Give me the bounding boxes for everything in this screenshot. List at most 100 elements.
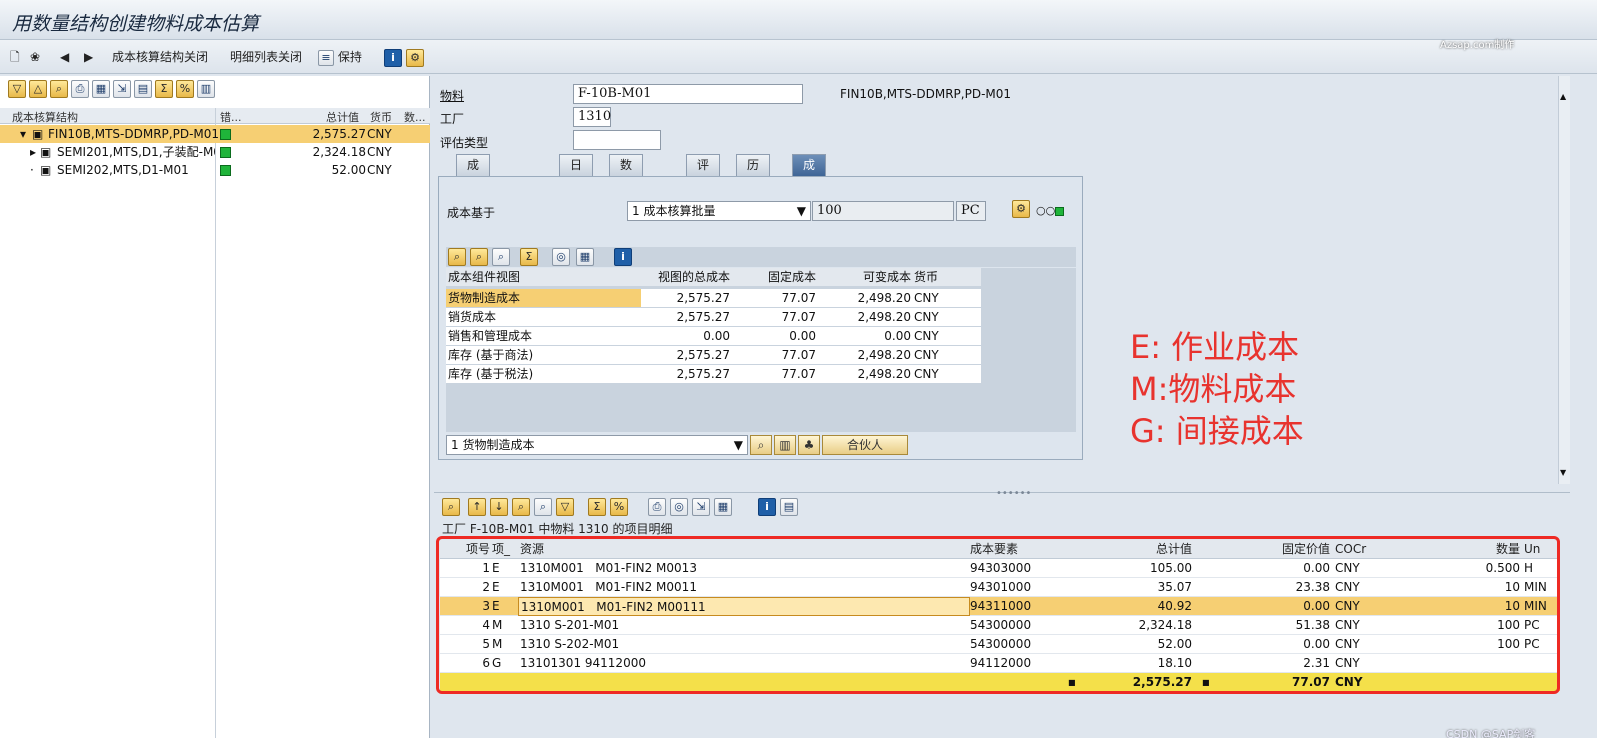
view-icon[interactable]: ◎	[670, 498, 688, 516]
glasses-icon[interactable]: ❀	[30, 48, 40, 66]
grid-row[interactable]: 销售和管理成本 0.00 0.00 0.00 CNY	[446, 327, 981, 345]
export-icon[interactable]: ⇲	[113, 80, 131, 98]
layout-icon[interactable]: ▦	[576, 248, 594, 266]
grid-cell: 库存 (基于商法)	[448, 348, 534, 362]
detail-icon[interactable]: ⌕	[442, 498, 460, 516]
print-icon[interactable]: ⎙	[648, 498, 666, 516]
hierarchy-icon[interactable]: ♣	[798, 435, 820, 455]
find-icon[interactable]: ⌕	[470, 248, 488, 266]
sort-ascending-icon[interactable]: ↑	[468, 498, 486, 516]
calculator-icon: ▣	[40, 145, 52, 159]
itemization-title: 工厂 F-10B-M01 中物料 1310 的项目明细	[442, 522, 673, 536]
valuation-type-field[interactable]	[573, 130, 661, 150]
grid-cell: CNY	[914, 291, 939, 305]
status-green-icon	[220, 161, 231, 179]
find-next-icon[interactable]: ⌕	[492, 248, 510, 266]
cost-base-select[interactable]: 1 成本核算批量 ▼	[627, 201, 811, 221]
tree-row-currency: CNY	[367, 145, 392, 159]
keep-button[interactable]: ≡ 保持	[318, 48, 362, 66]
keep-label: 保持	[337, 50, 362, 64]
find-icon[interactable]: ⌕	[50, 80, 68, 98]
abc-icon[interactable]: ▤	[780, 498, 798, 516]
cost-component-grid: 成本组件视图 视图的总成本 固定成本 可变成本 货币 货物制造成本 2,575.…	[446, 268, 1076, 432]
plant-field[interactable]: 1310	[573, 107, 611, 127]
window-title: 用数量结构创建物料成本估算	[12, 13, 260, 35]
tab-dates[interactable]: 日期	[559, 154, 594, 193]
grid-col-variable[interactable]: 可变成本	[821, 268, 911, 286]
print-icon[interactable]: ⎙	[71, 80, 89, 98]
collapse-icon[interactable]: △	[29, 80, 47, 98]
grid-cell: 0.00	[884, 329, 911, 343]
scroll-up-icon[interactable]: ▲	[1560, 92, 1566, 101]
tab-history[interactable]: 历史	[736, 154, 771, 193]
info-icon[interactable]: i	[758, 498, 776, 516]
col-qty[interactable]: 数...	[404, 109, 426, 125]
sum-icon[interactable]: Σ	[520, 248, 538, 266]
grid-row[interactable]: 货物制造成本 2,575.27 77.07 2,498.20 CNY	[446, 289, 981, 307]
grid-col-view[interactable]: 成本组件视图	[448, 268, 520, 286]
grid-cell: 2,575.27	[676, 348, 730, 362]
tab-valuation[interactable]: 评估	[686, 154, 721, 193]
costing-settings-icon[interactable]: ⚙	[1012, 200, 1030, 218]
config-icon[interactable]: ⚙	[406, 48, 424, 67]
splitter-handle[interactable]: ••••••	[996, 488, 1031, 499]
layout-icon[interactable]: ▦	[92, 80, 110, 98]
col-structure[interactable]: 成本核算结构	[12, 109, 78, 125]
grid-col-fixed[interactable]: 固定成本	[736, 268, 816, 286]
chain-icon: ○○	[1036, 204, 1065, 217]
sort-descending-icon[interactable]: ↓	[490, 498, 508, 516]
component-view-select[interactable]: 1 货物制造成本 ▼	[446, 435, 748, 455]
detail-icon[interactable]: ⌕	[448, 248, 466, 266]
find-next-icon[interactable]: ⌕	[534, 498, 552, 516]
material-field[interactable]: F-10B-M01	[573, 84, 803, 104]
new-document-icon[interactable]: 🗋	[10, 48, 20, 66]
partner-button[interactable]: 合伙人	[822, 435, 908, 455]
info-icon[interactable]: i	[614, 248, 632, 266]
tab-costing-data[interactable]: 成本核算数据	[456, 154, 491, 277]
col-total[interactable]: 总计值	[326, 109, 359, 125]
grid-row[interactable]: 销货成本 2,575.27 77.07 2,498.20 CNY	[446, 308, 981, 326]
tree-row[interactable]: ▾ ▣ FIN10B,MTS-DDMRP,PD-M01 2,575.27 CNY	[0, 125, 430, 143]
close-structure-button[interactable]: 成本核算结构关闭	[112, 48, 208, 66]
export-icon[interactable]: ⇲	[692, 498, 710, 516]
scroll-down-icon[interactable]: ▼	[1560, 468, 1566, 477]
sum-icon[interactable]: Σ	[588, 498, 606, 516]
dropdown-arrow-icon: ▼	[733, 438, 743, 452]
tab-costs[interactable]: 成本	[792, 154, 827, 193]
grid-cell: CNY	[914, 348, 939, 362]
view-icon[interactable]: ◎	[552, 248, 570, 266]
grid-row[interactable]: 库存 (基于税法) 2,575.27 77.07 2,498.20 CNY	[446, 365, 981, 383]
col-error[interactable]: 错...	[220, 109, 242, 125]
grid-cell: 货物制造成本	[446, 289, 641, 307]
info-icon[interactable]: i	[384, 48, 402, 67]
filter-icon[interactable]: ▽	[556, 498, 574, 516]
close-detail-button[interactable]: 明细列表关闭	[230, 48, 302, 66]
column-icon[interactable]: ▤	[134, 80, 152, 98]
details-icon[interactable]: ▥	[197, 80, 215, 98]
expand-icon[interactable]: ▽	[8, 80, 26, 98]
plant-label: 工厂	[440, 112, 465, 126]
subtotal-icon[interactable]: %	[176, 80, 194, 98]
tab-quantity-structure[interactable]: 数量结构	[609, 154, 644, 235]
tree-row[interactable]: · ▣ SEMI202,MTS,D1-M01 52.00 CNY	[0, 161, 430, 179]
grid-col-total[interactable]: 视图的总成本	[642, 268, 730, 286]
cost-type-annotation: E: 作业成本 M:物料成本 G: 间接成本	[1130, 326, 1304, 452]
grid-row[interactable]: 库存 (基于商法) 2,575.27 77.07 2,498.20 CNY	[446, 346, 981, 364]
sum-icon[interactable]: Σ	[155, 80, 173, 98]
grid-col-currency[interactable]: 货币	[914, 268, 938, 286]
tree-collapsed-icon[interactable]: ▸	[30, 143, 36, 161]
tree-row-label: SEMI201,MTS,D1,子装配-M0	[57, 145, 215, 159]
tree-row[interactable]: ▸ ▣ SEMI201,MTS,D1,子装配-M0 2,324.18 CNY	[0, 143, 430, 161]
find-icon[interactable]: ⌕	[512, 498, 530, 516]
subtotal-icon[interactable]: %	[610, 498, 628, 516]
previous-icon[interactable]: ◀	[60, 48, 69, 66]
vertical-scrollbar[interactable]: ▲ ▼	[1558, 76, 1570, 484]
tree-expanded-icon[interactable]: ▾	[20, 125, 26, 143]
col-currency[interactable]: 货币	[370, 109, 392, 125]
layout-icon[interactable]: ▦	[714, 498, 732, 516]
next-icon[interactable]: ▶	[84, 48, 93, 66]
watermark: Azsap.com制作	[1440, 40, 1515, 51]
detail-icon[interactable]: ⌕	[750, 435, 772, 455]
status-green-icon	[220, 125, 231, 143]
table-icon[interactable]: ▥	[774, 435, 796, 455]
